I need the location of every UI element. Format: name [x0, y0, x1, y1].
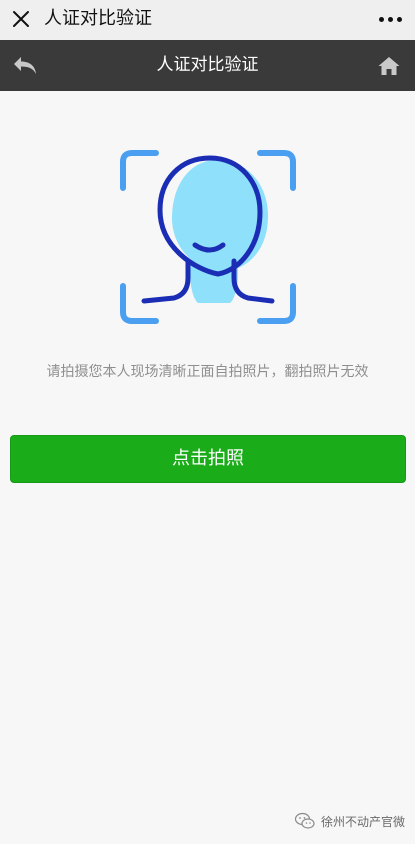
home-icon[interactable]: [373, 51, 405, 81]
wechat-top-bar: 人证对比验证: [0, 0, 415, 40]
close-icon[interactable]: [8, 6, 34, 32]
face-scan-illustration: [120, 150, 296, 324]
app-nav-bar: 人证对比验证: [0, 40, 415, 91]
take-photo-button[interactable]: 点击拍照: [10, 435, 406, 483]
watermark-text: 徐州不动产官微: [320, 814, 405, 829]
photo-instruction-text: 请拍摄您本人现场清晰正面自拍照片，翻拍照片无效: [46, 364, 369, 380]
wechat-logo-icon: [294, 812, 315, 829]
watermark: 徐州不动产官微: [294, 810, 405, 832]
wechat-page-title: 人证对比验证: [44, 8, 152, 29]
shoulders-outline: [141, 258, 191, 304]
more-icon[interactable]: [375, 6, 405, 32]
nav-title: 人证对比验证: [156, 55, 259, 75]
head-fill: [172, 160, 268, 272]
back-arrow-icon[interactable]: [10, 51, 42, 81]
